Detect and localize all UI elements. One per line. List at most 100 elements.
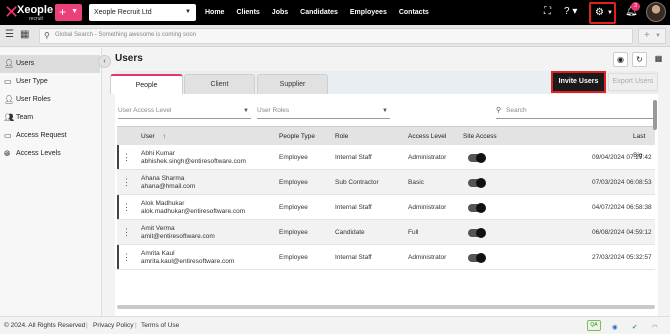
- grid-button[interactable]: ▦: [651, 52, 666, 67]
- global-search-input[interactable]: ⚲ Global Search - Something awesome is c…: [39, 28, 633, 44]
- people-type: Employee: [279, 204, 308, 211]
- settings-button[interactable]: ⚙ ▼: [589, 2, 616, 24]
- logo[interactable]: ✕ Xeople recruit: [4, 1, 54, 24]
- column-user[interactable]: User ↑: [141, 127, 166, 146]
- table-row[interactable]: ⋮ Ahana Sharma ahana@hmail.com Employee …: [117, 170, 655, 195]
- sidebar-item-access-levels[interactable]: 🌐︎ Access Levels: [0, 145, 100, 163]
- global-search-placeholder: Global Search - Something awesome is com…: [55, 32, 197, 38]
- last-sign-in: 09/04/2024 07:27:42: [592, 154, 652, 161]
- table-row[interactable]: ⋮ Abhi Kumar abhishek.singh@entiresoftwa…: [117, 145, 655, 170]
- table-row[interactable]: ⋮ Amrita Kaul amrita.kaul@entiresoftware…: [117, 245, 655, 270]
- nav-contacts[interactable]: Contacts: [399, 0, 429, 25]
- chevron-down-icon: ▼: [243, 108, 249, 114]
- invite-users-button[interactable]: Invite Users: [551, 71, 606, 93]
- logo-sub: recruit: [29, 16, 43, 22]
- tab-people[interactable]: People: [110, 74, 183, 94]
- privacy-policy-link[interactable]: Privacy Policy: [93, 322, 133, 329]
- notification-badge: 3: [631, 2, 640, 11]
- help-icon[interactable]: ? ▾: [564, 6, 577, 18]
- sidebar-item-label: Access Request: [16, 132, 67, 139]
- tab-supplier[interactable]: Supplier: [257, 74, 328, 94]
- view-button[interactable]: ◉: [613, 52, 628, 67]
- export-users-button[interactable]: Export Users: [608, 73, 658, 91]
- people-type: Employee: [279, 154, 308, 161]
- sidebar-item-label: User Roles: [16, 96, 51, 103]
- nav-home[interactable]: Home: [205, 0, 224, 25]
- horizontal-scrollbar[interactable]: [117, 305, 655, 309]
- users-search-input[interactable]: ⚲ Search: [496, 103, 654, 119]
- refresh-button[interactable]: ↻: [632, 52, 647, 67]
- access-level-filter[interactable]: User Access Level ▼: [118, 103, 251, 119]
- users-table: User ↑ People Type Role Access Level Sit…: [117, 126, 655, 306]
- user-name: Ahana Sharma: [141, 175, 185, 182]
- access-level: Administrator: [408, 154, 447, 161]
- id-card-icon: ▭: [4, 77, 12, 86]
- add-menu-button[interactable]: + ▼: [638, 28, 666, 44]
- user-roles-filter-placeholder: User Roles: [257, 107, 290, 114]
- terms-of-use-link[interactable]: Terms of Use: [141, 322, 179, 329]
- monitor-icon: ▭: [4, 131, 12, 140]
- site-access-toggle[interactable]: [468, 253, 486, 263]
- sidebar-item-user-type[interactable]: ▭ User Type: [0, 73, 100, 91]
- column-access-level[interactable]: Access Level: [408, 127, 446, 146]
- fullscreen-icon[interactable]: ⛶: [544, 6, 551, 18]
- last-sign-in: 06/08/2024 04:59:12: [592, 229, 652, 236]
- search-icon: ⚲: [496, 107, 502, 114]
- sidebar-item-users[interactable]: 👤︎ Users: [0, 55, 100, 73]
- sidebar-item-access-request[interactable]: ▭ Access Request: [0, 127, 100, 145]
- avatar[interactable]: [646, 2, 666, 22]
- kebab-menu-icon[interactable]: ⋮: [122, 252, 131, 263]
- sidebar-collapse-button[interactable]: ‹: [98, 55, 111, 68]
- column-role[interactable]: Role: [335, 127, 348, 146]
- chevron-down-icon: ▼: [185, 9, 191, 15]
- last-sign-in: 27/03/2024 05:32:57: [592, 254, 652, 261]
- chevron-down-icon: ▼: [71, 8, 78, 15]
- environment-badge: QA: [587, 320, 601, 331]
- team-icon: 👥︎: [4, 113, 15, 122]
- users-search-placeholder: Search: [506, 107, 527, 114]
- user-icon: 👤︎: [4, 59, 15, 68]
- sidebar-item-label: Team: [16, 114, 34, 121]
- role: Internal Staff: [335, 254, 372, 261]
- site-access-toggle[interactable]: [468, 203, 486, 213]
- top-bar: ✕ Xeople recruit + ▼ Xeople Recruit Ltd …: [0, 0, 670, 25]
- nav-jobs[interactable]: Jobs: [272, 0, 288, 25]
- table-row[interactable]: ⋮ Alok Madhukar alok.madhukar@entiresoft…: [117, 195, 655, 220]
- company-select[interactable]: Xeople Recruit Ltd ▼: [89, 4, 196, 21]
- kebab-menu-icon[interactable]: ⋮: [122, 152, 131, 163]
- sidebar-item-team[interactable]: 👥︎ Team: [0, 109, 100, 127]
- table-row[interactable]: ⋮ Amit Verma amit@entiresoftware.com Emp…: [117, 220, 655, 245]
- company-select-value: Xeople Recruit Ltd: [94, 9, 152, 16]
- user-email: alok.madhukar@entiresoftware.com: [141, 208, 246, 215]
- column-people-type[interactable]: People Type: [279, 127, 315, 146]
- chevron-left-icon: ‹: [103, 58, 106, 65]
- eye-icon: ◉: [617, 55, 624, 64]
- role: Internal Staff: [335, 154, 372, 161]
- kebab-menu-icon[interactable]: ⋮: [122, 202, 131, 213]
- column-site-access[interactable]: Site Access: [463, 127, 497, 146]
- tab-client[interactable]: Client: [184, 74, 255, 94]
- nav-employees[interactable]: Employees: [350, 0, 387, 25]
- sidebar-item-user-roles[interactable]: 👤︎ User Roles: [0, 91, 100, 109]
- site-access-toggle[interactable]: [468, 178, 486, 188]
- list-view-icon[interactable]: ☰: [5, 29, 14, 41]
- user-roles-filter[interactable]: User Roles ▼: [257, 103, 390, 119]
- access-level: Full: [408, 229, 419, 236]
- column-last-sign-in[interactable]: Last Sig: [633, 127, 655, 159]
- sidebar-item-label: Access Levels: [16, 150, 61, 157]
- logo-brand: Xeople: [17, 4, 54, 16]
- shield-check-icon[interactable]: ✔: [632, 322, 637, 333]
- people-type: Employee: [279, 254, 308, 261]
- site-access-toggle[interactable]: [468, 153, 486, 163]
- quick-add-button[interactable]: + ▼: [55, 4, 82, 21]
- nav-candidates[interactable]: Candidates: [300, 0, 338, 25]
- nav-clients[interactable]: Clients: [236, 0, 259, 25]
- kebab-menu-icon[interactable]: ⋮: [122, 177, 131, 188]
- vertical-scrollbar[interactable]: [653, 100, 657, 130]
- site-access-toggle[interactable]: [468, 228, 486, 238]
- kebab-menu-icon[interactable]: ⋮: [122, 227, 131, 238]
- sidebar-item-label: Users: [16, 60, 35, 67]
- grid-view-icon[interactable]: ▦: [20, 29, 29, 41]
- role: Internal Staff: [335, 204, 372, 211]
- user-status-icon[interactable]: ◉: [612, 322, 618, 333]
